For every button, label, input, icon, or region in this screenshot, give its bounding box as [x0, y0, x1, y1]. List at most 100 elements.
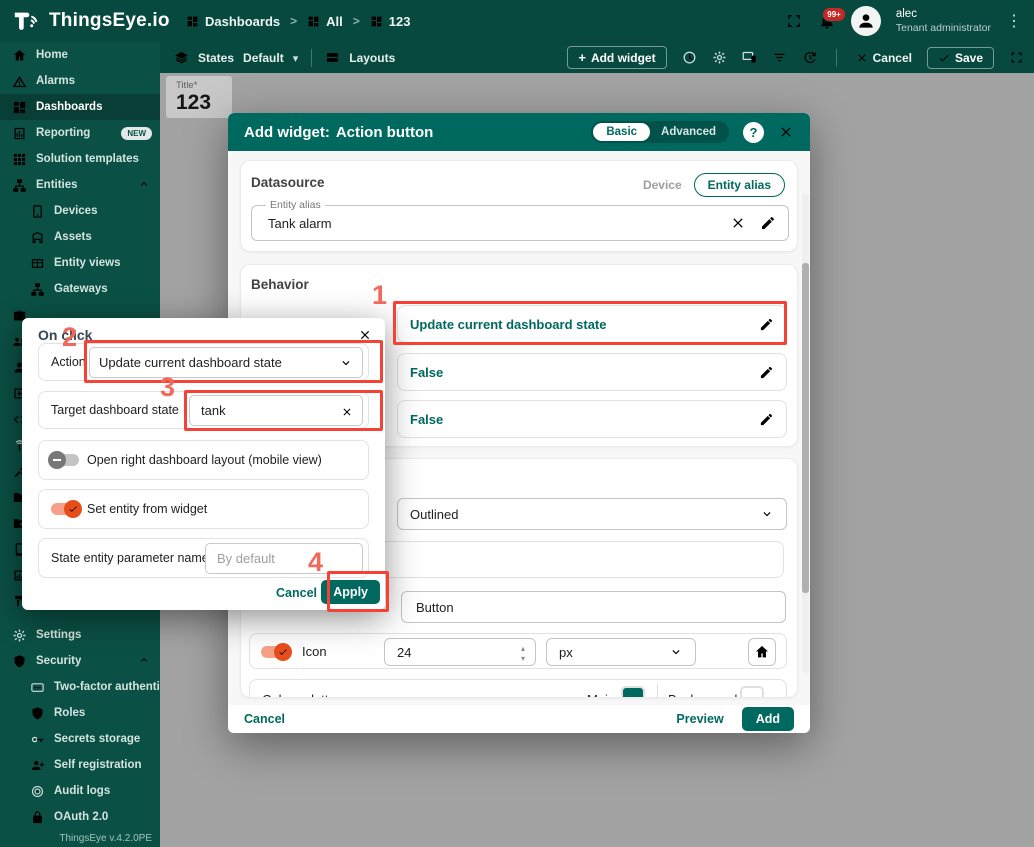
icon-unit-select[interactable]: px — [546, 638, 696, 666]
chevron-down-icon[interactable] — [293, 49, 299, 67]
stepper-down-icon[interactable] — [521, 652, 525, 662]
behavior-false-row-2[interactable]: False — [397, 400, 787, 438]
mobile-layout-toggle[interactable] — [48, 451, 82, 469]
stepper-arrows[interactable] — [521, 642, 525, 662]
scrollbar-thumb[interactable] — [802, 263, 809, 593]
behavior-false-row-1[interactable]: False — [397, 353, 787, 391]
icon-toggle[interactable] — [258, 643, 292, 661]
fullscreen-icon[interactable] — [785, 12, 803, 30]
sidebar-item-home[interactable]: Home — [0, 42, 160, 68]
modal-scrollbar[interactable] — [802, 193, 809, 673]
sidebar-item-solution-templates[interactable]: Solution templates — [0, 146, 160, 172]
states-layers-icon — [174, 50, 189, 65]
target-state-input[interactable] — [199, 402, 341, 419]
sidebar-item-assets[interactable]: Assets — [0, 224, 160, 250]
sidebar-item-entities[interactable]: Entities — [0, 172, 160, 198]
chevron-up-icon — [138, 655, 150, 667]
state-entity-param-field[interactable] — [205, 543, 363, 574]
add-button[interactable]: Add — [742, 707, 794, 731]
edit-pencil-icon[interactable] — [759, 317, 774, 332]
breadcrumb-dashboards[interactable]: Dashboards — [186, 14, 280, 29]
cancel-edit-button[interactable]: Cancel — [856, 51, 912, 65]
notifications-bell-icon[interactable]: 99+ — [818, 12, 836, 30]
apply-button[interactable]: Apply — [321, 580, 380, 604]
layouts-button[interactable]: Layouts — [349, 51, 395, 65]
breadcrumb-123[interactable]: 123 — [370, 14, 411, 29]
main-color-swatch[interactable] — [621, 686, 645, 698]
entity-alias-option[interactable]: Entity alias — [694, 173, 785, 197]
sidebar-item-dashboards[interactable]: Dashboards — [0, 94, 160, 120]
edit-pencil-icon[interactable] — [759, 412, 774, 427]
gateways-icon — [30, 282, 45, 297]
edit-pencil-icon[interactable] — [760, 215, 776, 231]
solution-templates-icon — [12, 152, 27, 167]
avatar[interactable] — [851, 6, 881, 36]
dashboard-title-field[interactable]: Title* 123 — [166, 76, 232, 118]
sidebar-item-alarms[interactable]: Alarms — [0, 68, 160, 94]
entity-alias-input[interactable] — [266, 206, 588, 240]
icon-unit-value: px — [559, 645, 573, 660]
advanced-tab[interactable]: Advanced — [650, 123, 727, 141]
sidebar-item-devices[interactable]: Devices — [0, 198, 160, 224]
breadcrumb-all[interactable]: All — [307, 14, 343, 29]
devices-icon — [30, 204, 45, 219]
save-button[interactable]: Save — [927, 47, 994, 69]
stepper-up-icon[interactable] — [521, 642, 525, 652]
security-shield-icon — [12, 654, 27, 669]
close-icon[interactable] — [358, 328, 372, 342]
modal-cancel-button[interactable]: Cancel — [244, 712, 285, 726]
sidebar-item-oauth[interactable]: OAuth 2.0 — [0, 804, 160, 830]
dashboard-settings-gear-icon[interactable] — [712, 50, 727, 65]
states-select[interactable]: Default — [243, 51, 284, 65]
filter-icon[interactable] — [772, 50, 787, 65]
button-label-field[interactable] — [401, 591, 786, 623]
icon-size-stepper[interactable] — [384, 638, 536, 666]
action-select[interactable]: Update current dashboard state — [89, 347, 363, 378]
fullscreen-dashboard-icon[interactable] — [1009, 50, 1024, 65]
manage-layouts-screens-icon[interactable] — [742, 50, 757, 65]
breadcrumb-separator-icon — [290, 12, 297, 30]
background-color-swatch[interactable] — [740, 686, 764, 698]
entity-alias-field[interactable]: Entity alias — [251, 205, 789, 241]
sidebar-item-settings[interactable]: Settings — [0, 622, 160, 648]
toolbar-left: States Default Layouts — [174, 49, 395, 67]
on-click-action-row[interactable]: Update current dashboard state — [397, 305, 787, 343]
sidebar-item-gateways[interactable]: Gateways — [0, 276, 160, 302]
sidebar-item-entity-views[interactable]: Entity views — [0, 250, 160, 276]
sidebar-item-secrets-storage[interactable]: Secrets storage — [0, 726, 160, 752]
sidebar-item-audit-logs[interactable]: Audit logs — [0, 778, 160, 804]
close-icon[interactable] — [778, 124, 794, 140]
timewindow-clock-icon[interactable] — [682, 50, 697, 65]
chevron-down-icon — [339, 356, 353, 370]
user-info[interactable]: alec Tenant administrator — [896, 8, 991, 33]
basic-tab[interactable]: Basic — [593, 123, 650, 141]
title-value: 123 — [176, 91, 232, 114]
set-entity-toggle[interactable] — [48, 500, 82, 518]
version-history-icon[interactable] — [802, 50, 817, 65]
set-entity-label: Set entity from widget — [87, 490, 207, 528]
add-widget-button[interactable]: Add widget — [567, 46, 666, 69]
target-state-field[interactable] — [189, 395, 363, 426]
kebab-menu-icon[interactable] — [1006, 11, 1022, 31]
button-type-select[interactable]: Outlined — [397, 498, 787, 530]
sidebar-item-security[interactable]: Security — [0, 648, 160, 674]
icon-picker-button[interactable] — [748, 638, 776, 666]
sidebar-item-roles[interactable]: Roles — [0, 700, 160, 726]
clear-icon[interactable] — [730, 215, 746, 231]
device-option[interactable]: Device — [643, 178, 682, 192]
brand-logo[interactable]: ThingsEye.io — [12, 0, 170, 42]
dashboard-grid-icon — [370, 15, 383, 28]
state-entity-param-input[interactable] — [215, 550, 353, 567]
help-icon[interactable]: ? — [743, 122, 764, 143]
clear-icon[interactable] — [341, 405, 353, 417]
dialog-cancel-button[interactable]: Cancel — [276, 586, 317, 600]
button-label-input[interactable] — [414, 599, 737, 616]
icon-size-input[interactable] — [395, 644, 465, 661]
sidebar-spacer — [0, 614, 160, 622]
toolbar-divider — [311, 49, 312, 67]
sidebar-item-self-registration[interactable]: Self registration — [0, 752, 160, 778]
preview-button[interactable]: Preview — [676, 712, 723, 726]
edit-pencil-icon[interactable] — [759, 365, 774, 380]
sidebar-item-reporting[interactable]: ReportingNEW — [0, 120, 160, 146]
sidebar-item-two-factor[interactable]: Two-factor authenticati… — [0, 674, 160, 700]
